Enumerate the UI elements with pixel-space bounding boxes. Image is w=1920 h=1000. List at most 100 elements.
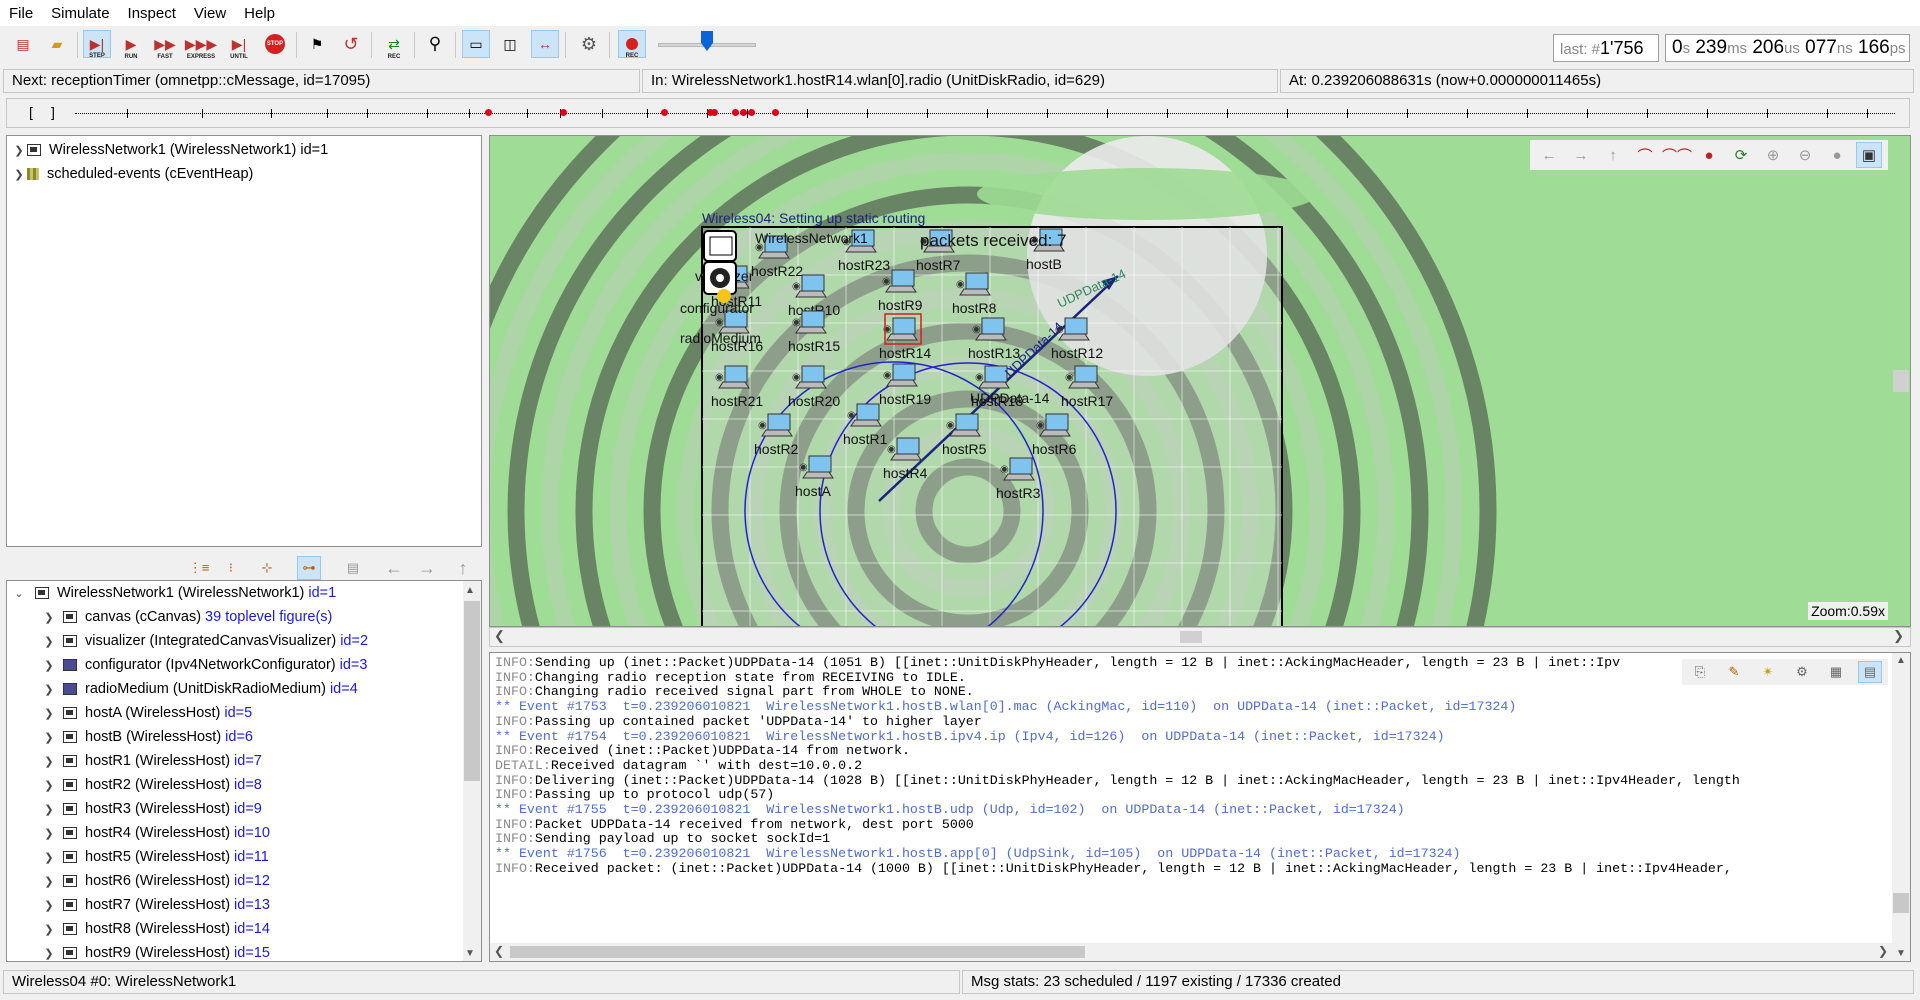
tree-item-scheduled-events[interactable]: ❯ scheduled-events (cEventHeap): [11, 162, 253, 186]
animate-run-button[interactable]: ⌒⌒: [1662, 142, 1692, 168]
inspector-item[interactable]: ❯ radioMedium (UnitDiskRadioMedium) id=4: [41, 677, 357, 701]
timeline-event-marker[interactable]: [560, 109, 567, 116]
timeline-event-marker[interactable]: [740, 109, 747, 116]
chevron-right-icon[interactable]: ❯: [41, 659, 57, 672]
canvas-stop-button[interactable]: ●: [1696, 142, 1722, 168]
chevron-right-icon[interactable]: ❯: [41, 707, 57, 720]
chevron-right-icon[interactable]: ❯: [41, 827, 57, 840]
canvas-up-button[interactable]: ↑: [1600, 142, 1626, 168]
chevron-right-icon[interactable]: ❯: [41, 635, 57, 648]
inheritance-mode-button[interactable]: ⊹: [255, 556, 279, 580]
run-until-button[interactable]: ▶| UNTIL: [225, 30, 253, 61]
scroll-right-icon[interactable]: ❯: [1878, 944, 1888, 958]
menu-view[interactable]: View: [185, 5, 235, 22]
messages-mode-button[interactable]: ▦: [1824, 661, 1848, 683]
canvas-hscroll-thumb[interactable]: [1180, 631, 1202, 643]
event-timeline[interactable]: [ ]: [6, 98, 1910, 128]
animate-step-button[interactable]: ⌒: [1632, 142, 1658, 168]
zoom-out-button[interactable]: ⊖: [1792, 142, 1818, 168]
chevron-right-icon[interactable]: ❯: [41, 803, 57, 816]
log-settings-button[interactable]: ⚙: [1790, 661, 1814, 683]
inspector-scrollbar[interactable]: ▲ ▼: [463, 581, 481, 961]
log-hscroll-thumb[interactable]: [510, 946, 1085, 958]
inspector-item[interactable]: ❯ hostR3 (WirelessHost) id=9: [41, 797, 261, 821]
menu-help[interactable]: Help: [235, 5, 284, 22]
inspector-item[interactable]: ❯ hostR5 (WirelessHost) id=11: [41, 845, 268, 869]
canvas-vertical-scroll-thumb[interactable]: [1893, 370, 1909, 392]
log-scrollbar[interactable]: ▲ ▼: [1892, 653, 1910, 961]
inspector-root[interactable]: ⌄ WirelessNetwork1 (WirelessNetwork1) id…: [11, 581, 336, 605]
tree-item-network[interactable]: ❯ WirelessNetwork1 (WirelessNetwork1) id…: [11, 138, 328, 162]
up-button[interactable]: ↑: [451, 556, 475, 580]
scroll-up-icon[interactable]: ▲: [1896, 655, 1906, 666]
inspector-item[interactable]: ❯ canvas (cCanvas) 39 toplevel figure(s): [41, 605, 332, 629]
inspector-item[interactable]: ❯ hostR9 (WirelessHost) id=15: [41, 941, 270, 961]
chevron-right-icon[interactable]: ❯: [41, 851, 57, 864]
find-button[interactable]: ⚲: [421, 30, 449, 58]
log-horizontal-scrollbar[interactable]: ❮ ❯: [490, 943, 1892, 961]
chevron-down-icon[interactable]: ⌄: [11, 587, 27, 600]
chevron-right-icon[interactable]: ❯: [11, 168, 27, 181]
timeline-event-marker[interactable]: [748, 109, 755, 116]
chevron-right-icon[interactable]: ❯: [41, 611, 57, 624]
menu-simulate[interactable]: Simulate: [42, 5, 118, 22]
event-log[interactable]: INFO:Sending up (inet::Packet)UDPData-14…: [489, 652, 1911, 962]
chevron-right-icon[interactable]: ❯: [11, 144, 27, 157]
inspector-item[interactable]: ❯ hostR8 (WirelessHost) id=14: [41, 917, 270, 941]
rebuild-button[interactable]: ↺: [337, 30, 365, 58]
scroll-up-icon[interactable]: ▲: [465, 585, 475, 596]
children-mode-button[interactable]: ⁝: [219, 556, 243, 580]
canvas-forward-button[interactable]: →: [1568, 142, 1594, 168]
chevron-right-icon[interactable]: ❯: [41, 875, 57, 888]
preferences-button[interactable]: ⚙: [575, 30, 603, 58]
configurator-icon[interactable]: [717, 289, 731, 303]
inspector-item[interactable]: ❯ hostA (WirelessHost) id=5: [41, 701, 252, 725]
eventlog-rec-button[interactable]: ⇄ REC: [380, 30, 408, 61]
timeline-event-marker[interactable]: [772, 109, 779, 116]
inspector-item[interactable]: ❯ hostR2 (WirelessHost) id=8: [41, 773, 261, 797]
run-button[interactable]: ▶ RUN: [117, 30, 145, 61]
network-icon[interactable]: [703, 230, 737, 262]
canvas-horizontal-scrollbar[interactable]: ❮ ❯: [489, 627, 1911, 647]
timeline-event-marker[interactable]: [485, 109, 492, 116]
scroll-left-icon[interactable]: ❮: [494, 944, 504, 958]
chevron-right-icon[interactable]: ❯: [41, 899, 57, 912]
record-video-button[interactable]: REC: [618, 30, 646, 59]
menu-file[interactable]: File: [0, 5, 42, 22]
canvas-mode-button[interactable]: ▣: [1856, 142, 1882, 168]
express-run-button[interactable]: ▶▶▶ EXPRESS: [185, 30, 217, 61]
timeline-toggle-button[interactable]: ↔: [531, 30, 559, 58]
details-button[interactable]: ▤: [341, 556, 365, 580]
flat-mode-button[interactable]: ⊶: [297, 556, 321, 580]
back-button[interactable]: ←: [382, 556, 406, 580]
inspector-item[interactable]: ❯ hostR1 (WirelessHost) id=7: [41, 749, 261, 773]
load-ned-button[interactable]: ▰: [43, 30, 71, 58]
scroll-down-icon[interactable]: ▼: [1896, 948, 1906, 959]
stop-button[interactable]: STOP: [261, 30, 289, 58]
refresh-layout-button[interactable]: ⟳: [1728, 142, 1754, 168]
chevron-right-icon[interactable]: ❯: [41, 683, 57, 696]
show-labels-button[interactable]: ●: [1824, 142, 1850, 168]
canvas-back-button[interactable]: ←: [1536, 142, 1562, 168]
scroll-thumb[interactable]: [464, 601, 480, 781]
find-log-button[interactable]: ✎: [1722, 661, 1746, 683]
log-scroll-thumb[interactable]: [1893, 893, 1909, 913]
inspector-item[interactable]: ❯ visualizer (IntegratedCanvasVisualizer)…: [41, 629, 368, 653]
copy-log-button[interactable]: ⎘: [1688, 661, 1712, 683]
scroll-left-icon[interactable]: ❮: [494, 628, 505, 644]
zoom-in-button[interactable]: ⊕: [1760, 142, 1786, 168]
layout-horizontal-button[interactable]: ▭: [462, 30, 490, 58]
new-run-button[interactable]: ▤: [9, 30, 37, 58]
step-button[interactable]: ▶| STEP: [83, 30, 111, 59]
chevron-right-icon[interactable]: ❯: [41, 755, 57, 768]
group-by-button[interactable]: ⋮≡: [187, 556, 211, 580]
inspector-item[interactable]: ❯ hostR4 (WirelessHost) id=10: [41, 821, 270, 845]
chevron-right-icon[interactable]: ❯: [41, 731, 57, 744]
chevron-right-icon[interactable]: ❯: [41, 947, 57, 960]
log-mode-button[interactable]: ▤: [1858, 661, 1882, 683]
menu-inspect[interactable]: Inspect: [119, 5, 185, 22]
network-canvas[interactable]: ◉hostR22◉hostR23◉hostR7◉hostB◉hostR11◉ho…: [489, 135, 1911, 627]
forward-button[interactable]: →: [415, 556, 439, 580]
scroll-right-icon[interactable]: ❯: [1893, 628, 1904, 644]
timeline-event-marker[interactable]: [732, 109, 739, 116]
